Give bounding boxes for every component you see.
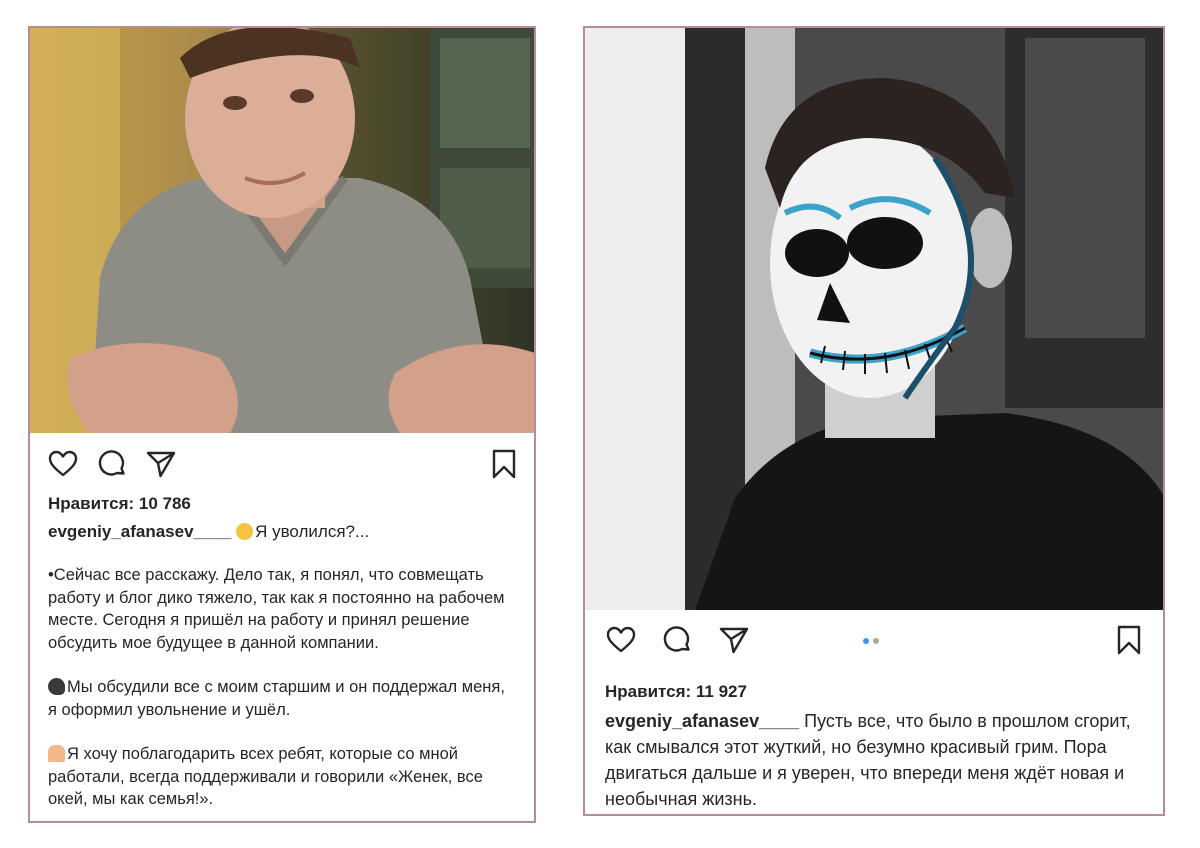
speaking-head-emoji-icon	[48, 678, 65, 695]
caption-paragraph-3: Я хочу поблагодарить всех ребят, которые…	[48, 743, 518, 811]
caption-paragraph-3-text: Я хочу поблагодарить всех ребят, которые…	[48, 745, 483, 808]
comment-icon[interactable]	[661, 624, 693, 656]
carousel-dot[interactable]	[873, 638, 879, 644]
username-link[interactable]: evgeniy_afanasev____	[605, 711, 799, 731]
username-link[interactable]: evgeniy_afanasev____	[48, 522, 231, 541]
caption-header: evgeniy_afanasev____ Я уволился?...	[48, 520, 528, 544]
comment-icon[interactable]	[96, 448, 128, 480]
caption-paragraph-2-text: Мы обсудили все с моим старшим и он подд…	[48, 678, 505, 719]
smirk-face-emoji-icon	[236, 523, 254, 540]
caption-title: Я уволился?...	[255, 522, 370, 541]
heart-icon[interactable]	[47, 448, 79, 480]
photo-illustration	[30, 28, 534, 433]
caption-body: •Сейчас все расскажу. Дело так, я понял,…	[48, 564, 518, 821]
likes-count[interactable]: Нравится: 10 786	[48, 494, 191, 514]
share-icon[interactable]	[145, 448, 177, 480]
heart-icon[interactable]	[605, 624, 637, 656]
photo-illustration	[585, 28, 1163, 610]
carousel-dot-active[interactable]	[863, 638, 869, 644]
caption-paragraph-2: Мы обсудили все с моим старшим и он подд…	[48, 676, 518, 721]
likes-count[interactable]: Нравится: 11 927	[605, 682, 747, 702]
instagram-post-2: Нравится: 11 927 evgeniy_afanasev____ Пу…	[583, 26, 1165, 816]
action-bar	[585, 624, 1163, 664]
bookmark-icon[interactable]	[488, 448, 520, 480]
instagram-post-1: Нравится: 10 786 evgeniy_afanasev____ Я …	[28, 26, 536, 823]
carousel-indicator	[863, 638, 883, 644]
caption-paragraph-1: •Сейчас все расскажу. Дело так, я понял,…	[48, 566, 505, 652]
caption: evgeniy_afanasev____ Пусть все, что было…	[605, 708, 1150, 812]
share-icon[interactable]	[718, 624, 750, 656]
bookmark-icon[interactable]	[1113, 624, 1145, 656]
post-photo-skull-makeup[interactable]	[585, 28, 1163, 610]
action-bar	[30, 448, 534, 488]
post-photo-man-shrugging[interactable]	[30, 28, 534, 433]
folded-hands-emoji-icon	[48, 745, 65, 762]
